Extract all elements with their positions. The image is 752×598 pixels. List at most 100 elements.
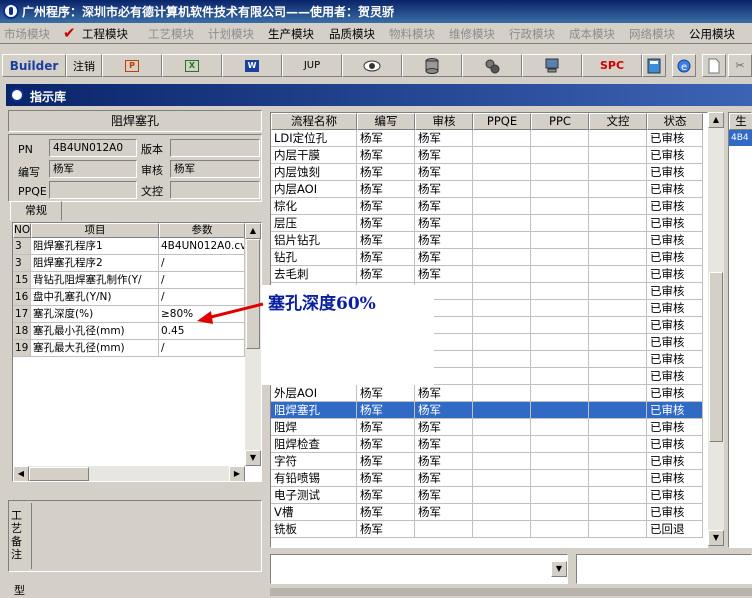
process-cell-author: 杨军 xyxy=(357,419,415,436)
param-vscroll[interactable]: ▲ ▼ xyxy=(245,223,261,466)
logout-button[interactable]: 注销 xyxy=(66,54,102,77)
process-cell-status: 已审核 xyxy=(647,215,703,232)
process-cell-ppc xyxy=(531,504,589,521)
param-scroll-thumb[interactable] xyxy=(246,239,260,349)
process-row[interactable]: 内层干膜 杨军 杨军 已审核 xyxy=(271,147,703,164)
process-row[interactable]: 有铅喷锡 杨军 杨军 已审核 xyxy=(271,470,703,487)
menu-process[interactable]: 工艺模块 xyxy=(148,26,194,42)
tab-general[interactable]: 常规 xyxy=(10,201,62,221)
wenkong-label: 文控 xyxy=(141,185,163,198)
process-row[interactable]: 阻焊检查 杨军 杨军 已审核 xyxy=(271,436,703,453)
process-cell-reviewer: 杨军 xyxy=(415,504,473,521)
dropdown-icon[interactable]: ▼ xyxy=(551,561,567,577)
col-header-wenkong[interactable]: 文控 xyxy=(589,113,647,130)
process-vscroll[interactable]: ▲ ▼ xyxy=(708,112,724,546)
author-label: 编写 xyxy=(18,166,40,179)
process-row[interactable]: 铣板 杨军 已回退 xyxy=(271,521,703,538)
param-row[interactable]: 3 阻焊塞孔程序2/ xyxy=(13,255,245,272)
menu-common[interactable]: 公用模块 xyxy=(689,26,735,42)
scroll-down-icon[interactable]: ▼ xyxy=(708,530,724,546)
scroll-left-icon[interactable]: ◀ xyxy=(13,466,29,481)
process-row[interactable]: 阻焊塞孔 杨军 杨军 已审核 xyxy=(271,402,703,419)
jup-button[interactable]: JUP xyxy=(282,54,342,77)
param-hscroll[interactable]: ◀ ▶ xyxy=(13,466,245,481)
process-cell-author: 杨军 xyxy=(357,487,415,504)
process-row[interactable]: 棕化 杨军 杨军 已审核 xyxy=(271,198,703,215)
param-row[interactable]: 19 塞孔最大孔径(mm) / xyxy=(13,340,245,357)
notes-textarea[interactable] xyxy=(31,503,259,569)
param-hscroll-thumb[interactable] xyxy=(29,467,89,481)
process-cell-ppqe xyxy=(473,436,531,453)
bottom-combo-1[interactable]: ▼ xyxy=(270,554,568,584)
process-cell-ppc xyxy=(531,215,589,232)
wenkong-field[interactable] xyxy=(170,181,260,199)
process-row[interactable]: V槽 杨军 杨军 已审核 xyxy=(271,504,703,521)
process-row[interactable]: 钻孔 杨军 杨军 已审核 xyxy=(271,249,703,266)
ppqe-field[interactable] xyxy=(49,181,137,199)
menu-plan[interactable]: 计划模块 xyxy=(208,26,254,42)
process-row[interactable]: 层压 杨军 杨军 已审核 xyxy=(271,215,703,232)
process-row[interactable]: 内层蚀刻 杨军 杨军 已审核 xyxy=(271,164,703,181)
menu-bar: ✔ 市场模块 工程模块 工艺模块 计划模块 生产模块 品质模块 物料模块 维修模… xyxy=(0,23,752,44)
process-row[interactable]: 外层AOI 杨军 杨军 已审核 xyxy=(271,385,703,402)
ie-button[interactable]: e xyxy=(672,54,696,77)
scissors-button[interactable]: ✂ xyxy=(728,54,752,77)
excel-button[interactable]: X xyxy=(162,54,222,77)
scroll-up-icon[interactable]: ▲ xyxy=(708,112,724,128)
scroll-up-icon[interactable]: ▲ xyxy=(245,223,261,239)
pn-field[interactable]: 4B4UN012A0 xyxy=(49,139,137,157)
menu-production[interactable]: 生产模块 xyxy=(268,26,314,42)
col-header-reviewer[interactable]: 审核 xyxy=(415,113,473,130)
process-cell-reviewer: 杨军 xyxy=(415,147,473,164)
param-cell-no: 16 xyxy=(13,289,31,306)
menu-admin[interactable]: 行政模块 xyxy=(509,26,555,42)
process-row[interactable]: 阻焊 杨军 杨军 已审核 xyxy=(271,419,703,436)
process-cell-ppqe xyxy=(473,300,531,317)
col-header-status[interactable]: 状态 xyxy=(647,113,703,130)
ie-icon: e xyxy=(677,59,691,73)
col-header-ppc[interactable]: PPC xyxy=(531,113,589,130)
pn-label: PN xyxy=(18,143,33,156)
col-header-author[interactable]: 编写 xyxy=(357,113,415,130)
param-row[interactable]: 15 背钻孔阻焊塞孔制作(Y// xyxy=(13,272,245,289)
menu-quality[interactable]: 品质模块 xyxy=(329,26,375,42)
col-header-name[interactable]: 流程名称 xyxy=(271,113,357,130)
gears-button[interactable] xyxy=(462,54,522,77)
process-cell-author: 杨军 xyxy=(357,266,415,283)
review-field[interactable]: 杨军 xyxy=(170,160,260,178)
bottom-combo-2[interactable] xyxy=(576,554,752,584)
menu-engineering[interactable]: 工程模块 xyxy=(82,26,128,42)
database-icon xyxy=(425,57,439,74)
param-row[interactable]: 3 阻焊塞孔程序1 4B4UN012A0.cv xyxy=(13,238,245,255)
process-row[interactable]: LDI定位孔 杨军 杨军 已审核 xyxy=(271,130,703,147)
ppt-button[interactable]: P xyxy=(102,54,162,77)
process-scroll-thumb[interactable] xyxy=(709,272,723,442)
builder-button[interactable]: Builder xyxy=(2,54,66,77)
process-cell-status: 已审核 xyxy=(647,436,703,453)
menu-material[interactable]: 物料模块 xyxy=(389,26,435,42)
spc-button[interactable]: SPC xyxy=(582,54,642,77)
calculator-button[interactable] xyxy=(642,54,666,77)
process-cell-author: 杨军 xyxy=(357,504,415,521)
process-row[interactable]: 字符 杨军 杨军 已审核 xyxy=(271,453,703,470)
word-button[interactable]: W xyxy=(222,54,282,77)
page-button[interactable] xyxy=(702,54,726,77)
version-field[interactable] xyxy=(170,139,260,157)
eye-button[interactable] xyxy=(342,54,402,77)
process-row[interactable]: 去毛刺 杨军 杨军 已审核 xyxy=(271,266,703,283)
menu-market[interactable]: 市场模块 xyxy=(4,26,50,42)
param-header-item: 项目 xyxy=(31,223,159,238)
database-button[interactable] xyxy=(402,54,462,77)
process-row[interactable]: 内层AOI 杨军 杨军 已审核 xyxy=(271,181,703,198)
menu-maintenance[interactable]: 维修模块 xyxy=(449,26,495,42)
scroll-right-icon[interactable]: ▶ xyxy=(229,466,245,481)
process-row[interactable]: 铝片钻孔 杨军 杨军 已审核 xyxy=(271,232,703,249)
process-cell-author: 杨军 xyxy=(357,130,415,147)
process-row[interactable]: 电子测试 杨军 杨军 已审核 xyxy=(271,487,703,504)
col-header-ppqe[interactable]: PPQE xyxy=(473,113,531,130)
scroll-down-icon[interactable]: ▼ xyxy=(245,450,261,466)
author-field[interactable]: 杨军 xyxy=(49,160,137,178)
menu-cost[interactable]: 成本模块 xyxy=(569,26,615,42)
menu-network[interactable]: 网络模块 xyxy=(629,26,675,42)
computer-button[interactable] xyxy=(522,54,582,77)
